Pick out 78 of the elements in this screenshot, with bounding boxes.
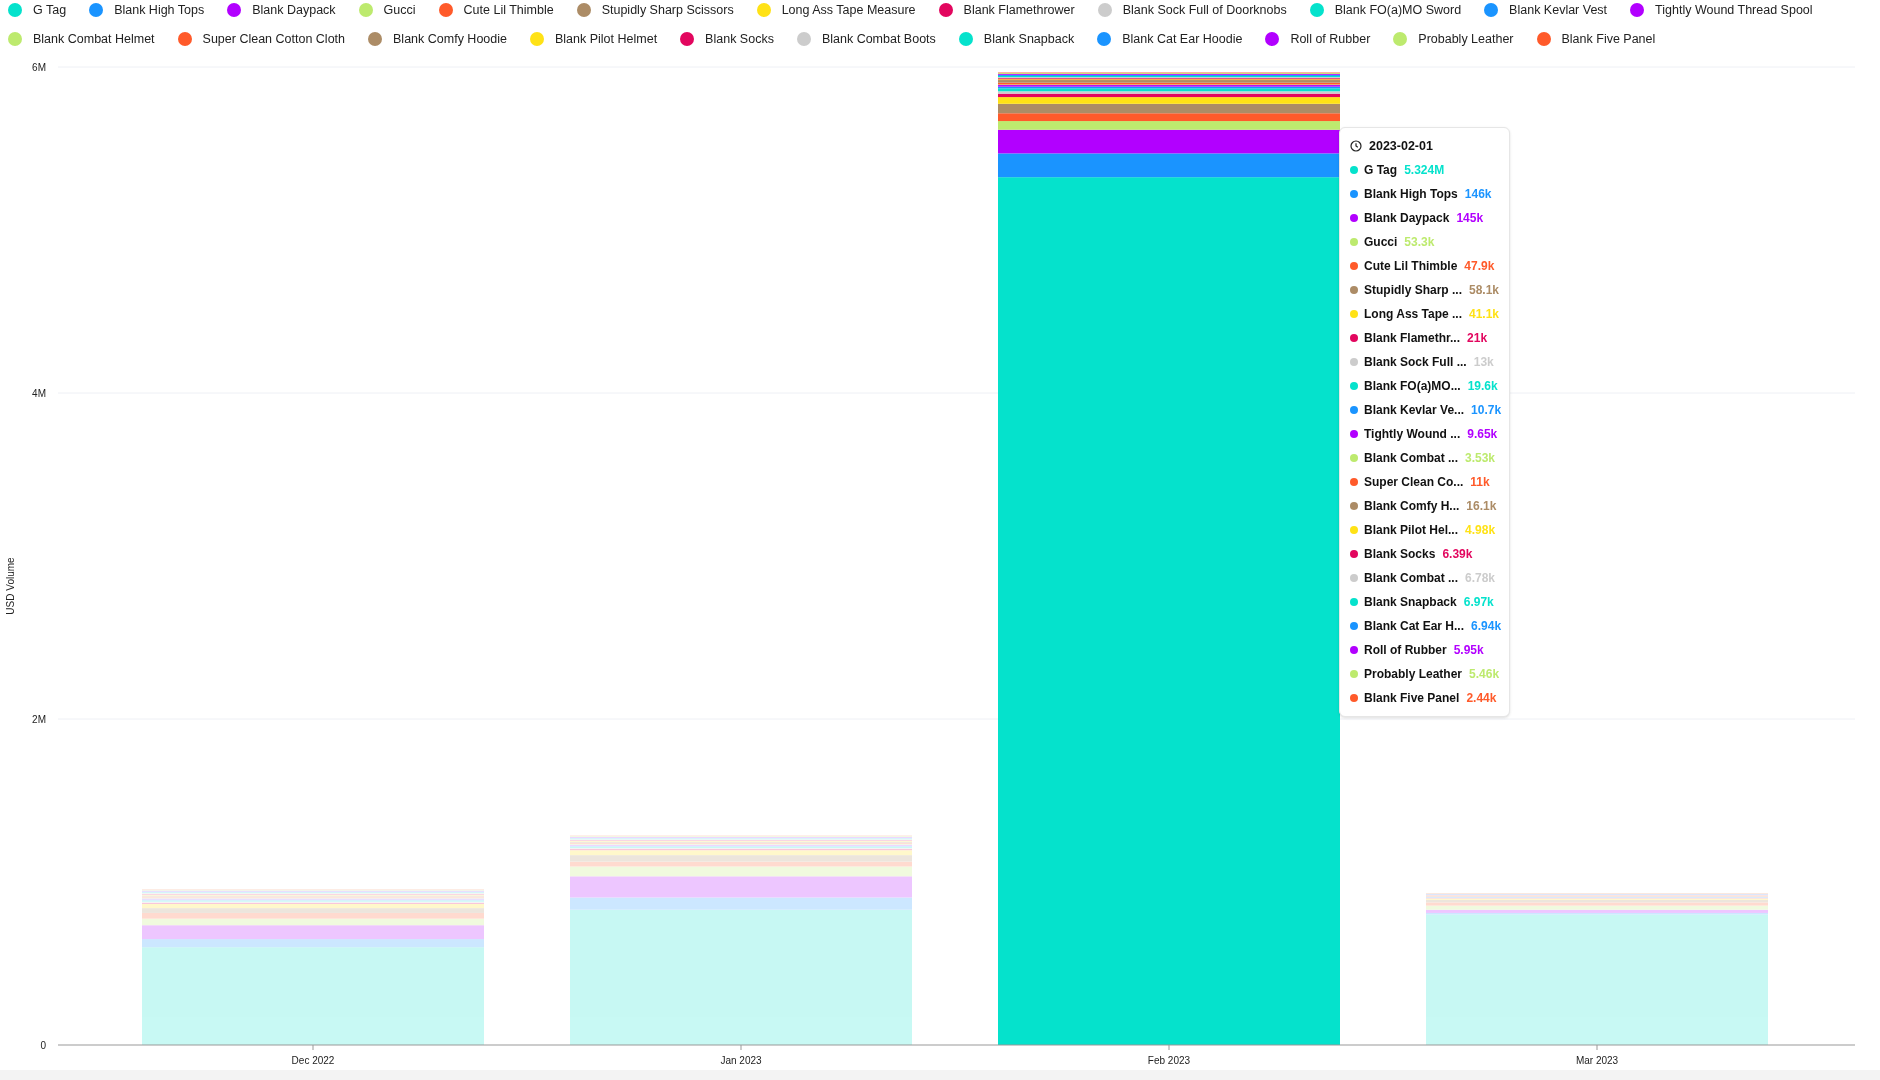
legend-item[interactable]: Blank Five Panel [1536, 29, 1656, 49]
series-name: Blank Five Panel [1364, 690, 1460, 707]
series-value: 41.1k [1469, 306, 1500, 323]
legend-item[interactable]: Super Clean Cotton Cloth [177, 29, 346, 49]
legend-item[interactable]: Blank Cat Ear Hoodie [1097, 29, 1243, 49]
series-name: Roll of Rubber [1364, 642, 1447, 659]
series-name: Blank Daypack [1364, 210, 1450, 227]
legend-item[interactable]: Long Ass Tape Measure [756, 1, 916, 20]
series-value: 6.97k [1463, 594, 1494, 611]
series-name: Long Ass Tape ... [1364, 306, 1462, 323]
series-value: 5.46k [1469, 666, 1500, 683]
series-name: Blank Cat Ear H... [1364, 618, 1465, 635]
legend-item[interactable]: Blank Pilot Helmet [530, 29, 658, 49]
legend-item[interactable]: Blank Daypack [227, 1, 336, 20]
legend-item[interactable]: Blank Combat Helmet [8, 29, 155, 49]
legend-item[interactable]: Tightly Wound Thread Spool [1630, 1, 1813, 20]
series-value: 3.53k [1465, 450, 1496, 467]
series-name: Stupidly Sharp ... [1364, 282, 1462, 299]
series-value: 53.3k [1404, 234, 1435, 251]
legend-item[interactable]: Cute Lil Thimble [438, 1, 554, 20]
series-name: Blank Sock Full ... [1364, 354, 1467, 371]
series-name: G Tag [1364, 162, 1398, 179]
legend-item[interactable]: Blank FO(a)MO Sword [1309, 1, 1462, 20]
series-name: Cute Lil Thimble [1364, 258, 1458, 275]
series-value: 11k [1470, 474, 1490, 491]
series-value: 2.44k [1466, 690, 1497, 707]
series-value: 19.6k [1467, 378, 1498, 395]
legend-item[interactable]: Gucci [358, 1, 416, 20]
series-name: Blank Snapback [1364, 594, 1457, 611]
series-value: 6.39k [1442, 546, 1473, 563]
x-tick-label: Feb 2023 [1147, 1055, 1191, 1066]
series-value: 5.324M [1404, 162, 1445, 179]
legend-item[interactable]: Blank Comfy Hoodie [368, 29, 507, 49]
x-tick-label: Mar 2023 [1575, 1055, 1619, 1066]
series-value: 4.98k [1465, 522, 1496, 539]
series-value: 21k [1467, 330, 1488, 347]
series-name: Blank Combat ... [1364, 450, 1458, 467]
series-value: 16.1k [1466, 498, 1497, 515]
legend-item[interactable]: Blank Socks [680, 29, 774, 49]
legend-item[interactable]: Probably Leather [1393, 29, 1514, 49]
series-value: 145k [1456, 210, 1484, 227]
series-name: Blank FO(a)MO... [1364, 378, 1461, 395]
y-tick-label: 0 [40, 1040, 46, 1051]
series-value: 9.65k [1467, 426, 1498, 443]
series-name: Blank Kevlar Ve... [1364, 402, 1465, 419]
series-name: Blank Pilot Hel... [1364, 522, 1459, 539]
legend-item[interactable]: Blank High Tops [89, 1, 205, 20]
series-name: Blank Flamethr... [1364, 330, 1461, 347]
legend-item[interactable]: G Tag [8, 1, 67, 20]
series-value: 10.7k [1471, 402, 1502, 419]
series-value: 47.9k [1464, 258, 1495, 275]
series-name: Tightly Wound ... [1364, 426, 1461, 443]
legend-item[interactable]: Blank Combat Boots [796, 29, 936, 49]
series-value: 146k [1464, 186, 1492, 203]
series-name: Blank Combat ... [1364, 570, 1458, 587]
series-value: 6.94k [1471, 618, 1502, 635]
legend-item[interactable]: Blank Sock Full of Doorknobs [1097, 1, 1287, 20]
x-tick-label: Jan 2023 [720, 1055, 762, 1066]
x-tick-label: Dec 2022 [291, 1055, 335, 1066]
series-name: Probably Leather [1364, 666, 1463, 683]
series-name: Blank High Tops [1364, 186, 1458, 203]
y-tick-label: 2M [32, 714, 46, 725]
y-axis-label: USD Volume [5, 557, 16, 615]
legend-item[interactable]: Roll of Rubber [1265, 29, 1371, 49]
series-name: Gucci [1364, 234, 1398, 251]
legend-item[interactable]: Blank Kevlar Vest [1484, 1, 1608, 20]
clock-icon [1350, 140, 1362, 152]
series-name: Super Clean Co... [1364, 474, 1464, 491]
legend-item[interactable]: Blank Snapback [958, 29, 1075, 49]
series-value: 58.1k [1469, 282, 1500, 299]
legend-item[interactable]: Blank Flamethrower [938, 1, 1075, 20]
legend-item[interactable]: Stupidly Sharp Scissors [576, 1, 734, 20]
y-tick-label: 6M [32, 62, 46, 73]
series-name: Blank Socks [1364, 546, 1436, 563]
series-value: 5.95k [1453, 642, 1484, 659]
y-tick-label: 4M [32, 388, 46, 399]
series-name: Blank Comfy H... [1364, 498, 1460, 515]
tooltip-date: 2023-02-01 [1369, 137, 1433, 155]
